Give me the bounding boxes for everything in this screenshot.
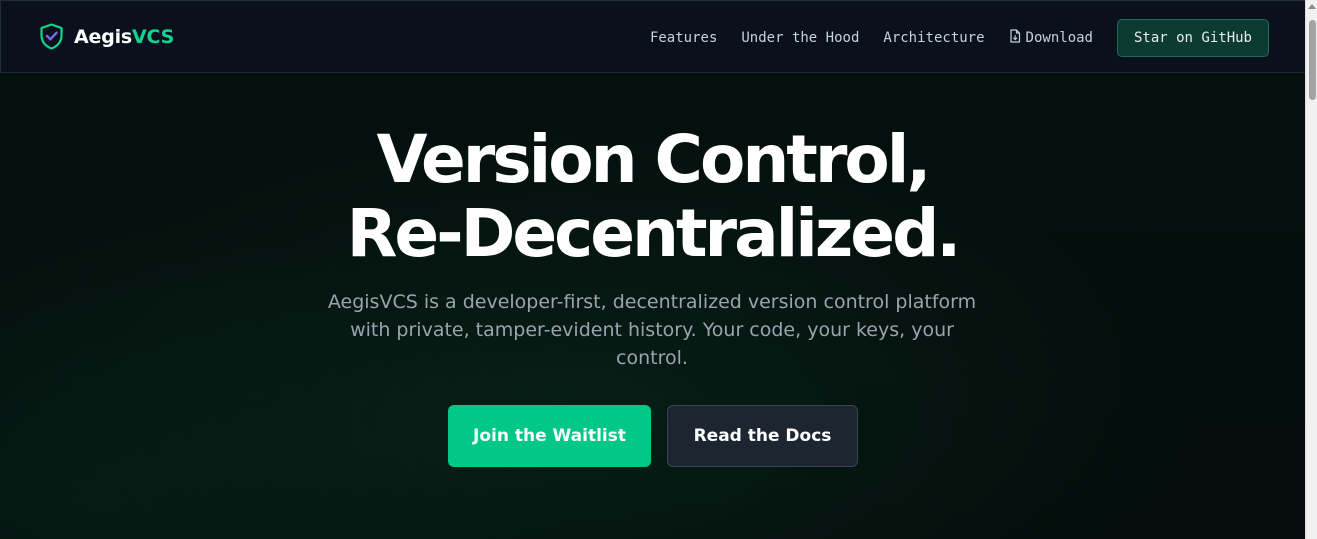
- join-waitlist-button[interactable]: Join the Waitlist: [448, 405, 651, 467]
- nav-links: Features Under the Hood Architecture Dow…: [650, 19, 1269, 57]
- read-docs-button[interactable]: Read the Docs: [667, 405, 858, 467]
- star-on-github-button[interactable]: Star on GitHub: [1116, 19, 1269, 57]
- cta-row: Join the Waitlist Read the Docs: [448, 405, 858, 467]
- brand-logo[interactable]: AegisVCS: [39, 23, 174, 50]
- hero-headline-line2: Re-Decentralized.: [346, 195, 962, 272]
- nav-link-download-label: Download: [1025, 30, 1093, 46]
- page-viewport: AegisVCS Features Under the Hood Archite…: [0, 0, 1317, 539]
- brand-name: AegisVCS: [74, 26, 174, 48]
- page-scrollbar[interactable]: [1305, 0, 1317, 539]
- nav-link-architecture[interactable]: Architecture: [883, 30, 984, 46]
- brand-name-main: Aegis: [74, 25, 133, 48]
- shield-check-icon: [39, 23, 64, 50]
- scrollbar-thumb[interactable]: [1309, 20, 1316, 100]
- hero-subtitle: AegisVCS is a developer-first, decentral…: [327, 291, 977, 369]
- nav-link-under-the-hood[interactable]: Under the Hood: [741, 30, 859, 46]
- file-download-icon: [1009, 29, 1021, 47]
- nav-link-features[interactable]: Features: [650, 30, 717, 46]
- scroll-up-arrow-icon[interactable]: [1308, 4, 1316, 9]
- top-navbar: AegisVCS Features Under the Hood Archite…: [0, 0, 1305, 73]
- hero-headline-line1: Version Control,: [376, 121, 932, 198]
- hero-headline: Version Control, Re-Decentralized.: [0, 123, 1305, 271]
- brand-name-accent: VCS: [132, 25, 175, 48]
- nav-link-download[interactable]: Download: [1009, 29, 1093, 47]
